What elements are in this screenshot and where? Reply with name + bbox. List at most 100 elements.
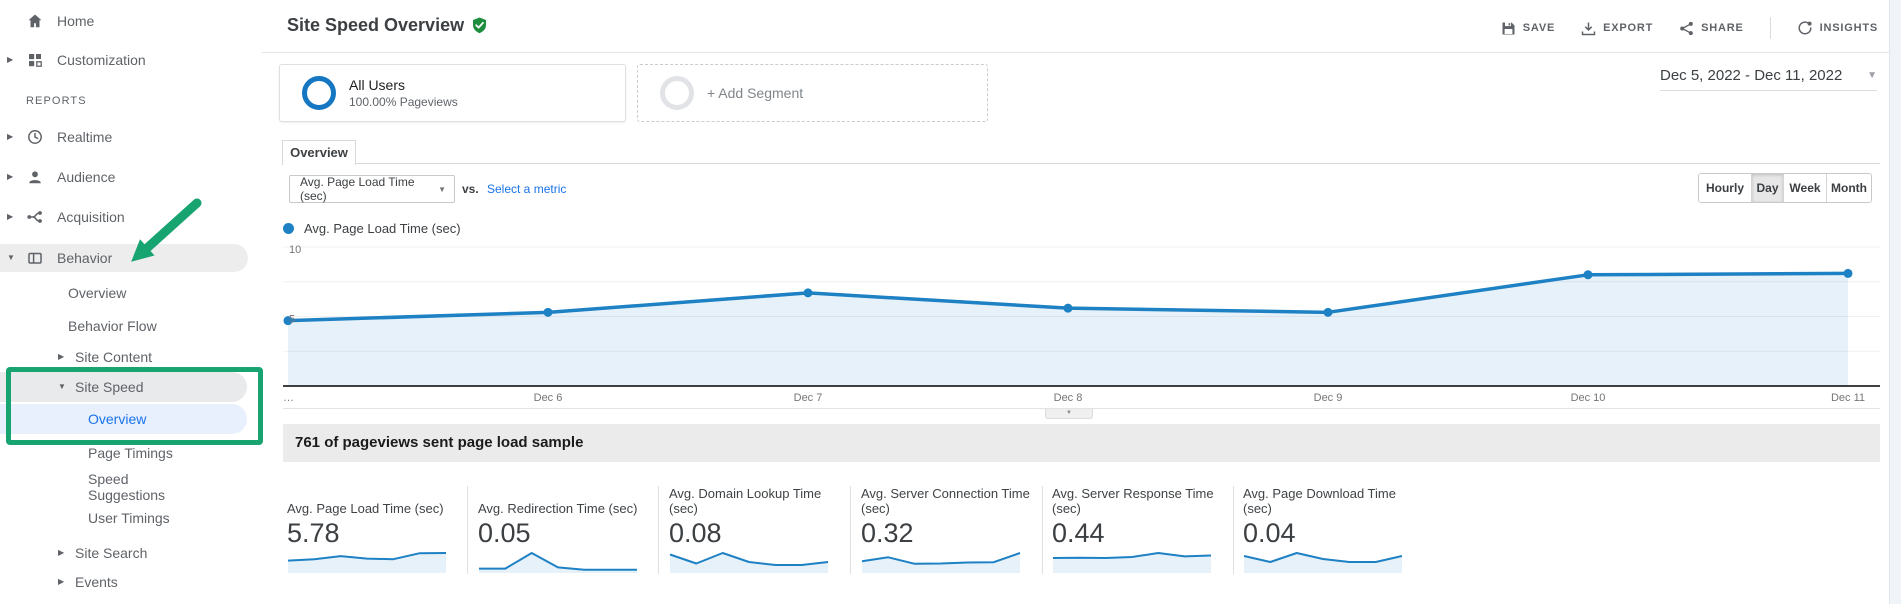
- metric-divider: [1042, 486, 1043, 574]
- metric-value: 0.44: [1052, 518, 1105, 548]
- sidebar-item-label: Page Timings: [88, 445, 173, 461]
- add-segment-button[interactable]: + Add Segment: [637, 64, 988, 122]
- metric-card-page-load: Avg. Page Load Time (sec) 5.78: [287, 486, 455, 574]
- metric-card-domain-lookup: Avg. Domain Lookup Time (sec) 0.08: [669, 486, 837, 574]
- segment-circle-icon: [660, 76, 694, 110]
- chevron-right-icon: ▶: [58, 577, 65, 586]
- sidebar-item-realtime[interactable]: ▶ Realtime: [0, 127, 248, 147]
- share-icon: [1679, 21, 1694, 36]
- sidebar-item-acquisition[interactable]: ▶ Acquisition: [0, 207, 248, 227]
- sidebar-item-label: User Timings: [88, 510, 170, 526]
- chevron-right-icon: ▶: [58, 352, 65, 361]
- chevron-down-icon: ▼: [7, 253, 15, 262]
- insights-button-label: INSIGHTS: [1819, 22, 1878, 34]
- sidebar-item-home[interactable]: Home: [0, 11, 248, 31]
- chevron-right-icon: ▶: [7, 132, 14, 141]
- sidebar-item-label: Events: [75, 574, 118, 590]
- select-a-metric-link[interactable]: Select a metric: [487, 182, 566, 196]
- vertical-scrollbar[interactable]: [1889, 0, 1901, 604]
- reports-section-label: REPORTS: [26, 95, 87, 107]
- segment-card-all-users[interactable]: All Users 100.00% Pageviews: [279, 64, 626, 122]
- share-button-label: SHARE: [1701, 22, 1744, 34]
- svg-text:Dec 11: Dec 11: [1831, 392, 1865, 404]
- metric-label: Avg. Server Connection Time (sec): [861, 486, 1030, 516]
- sidebar-item-label: Site Search: [75, 545, 148, 561]
- metric-value: 0.04: [1243, 518, 1296, 548]
- sidebar-item-label: Overview: [88, 411, 147, 427]
- svg-text:Dec 10: Dec 10: [1571, 392, 1606, 404]
- save-button[interactable]: SAVE: [1501, 21, 1555, 36]
- verified-shield-icon: [472, 17, 487, 34]
- acquisition-network-icon: [26, 208, 44, 226]
- sidebar-item-label: Site Content: [75, 349, 153, 365]
- svg-text:Dec 6: Dec 6: [534, 392, 563, 404]
- svg-text:10: 10: [289, 244, 301, 256]
- metric-value: 0.05: [478, 518, 531, 548]
- metric-sparkline: [669, 552, 829, 573]
- person-icon: [26, 168, 44, 186]
- sidebar-item-events[interactable]: ▶ Events: [0, 572, 248, 592]
- customization-icon: [26, 51, 44, 69]
- sidebar-item-site-content[interactable]: ▶ Site Content: [0, 347, 248, 367]
- sidebar-item-audience[interactable]: ▶ Audience: [0, 167, 248, 187]
- tab-overview[interactable]: Overview: [282, 140, 356, 165]
- granularity-week-button[interactable]: Week: [1784, 174, 1827, 202]
- metric-divider: [658, 486, 659, 574]
- svg-text:5: 5: [289, 314, 295, 326]
- chevron-down-icon: ▼: [58, 382, 66, 391]
- metric-label: Avg. Server Response Time (sec): [1052, 486, 1214, 516]
- metric-sparkline: [479, 552, 637, 573]
- add-segment-label: + Add Segment: [707, 85, 804, 101]
- metric-value: 0.32: [861, 518, 914, 548]
- metric-value: 5.78: [287, 518, 340, 548]
- svg-text:…: …: [283, 392, 294, 404]
- chevron-down-icon: ▼: [1867, 69, 1877, 81]
- header-actions: SAVE EXPORT SHARE INSIGHTS: [1501, 17, 1878, 39]
- sidebar-item-user-timings[interactable]: User Timings: [0, 508, 248, 528]
- metric-value: 0.08: [669, 518, 722, 548]
- sidebar-item-behavior-flow[interactable]: Behavior Flow: [0, 316, 248, 336]
- main-chart: 5 10 … Dec 6 Dec 7 Dec 8 Dec 9 Dec 10 Dec 11: [283, 244, 1880, 404]
- legend-label: Avg. Page Load Time (sec): [304, 221, 461, 236]
- home-icon: [26, 12, 44, 30]
- svg-text:Dec 7: Dec 7: [794, 392, 823, 404]
- svg-text:Dec 8: Dec 8: [1054, 392, 1083, 404]
- sample-bar: 761 of pageviews sent page load sample: [283, 424, 1880, 462]
- metric-label: Avg. Page Load Time (sec): [287, 501, 444, 516]
- segment-circle-icon: [302, 76, 336, 110]
- granularity-month-button[interactable]: Month: [1827, 174, 1871, 202]
- sidebar-item-site-speed[interactable]: ▼ Site Speed: [0, 372, 247, 402]
- download-icon: [1581, 21, 1596, 36]
- sidebar-item-speed-suggestions[interactable]: Speed Suggestions: [0, 471, 248, 503]
- export-button[interactable]: EXPORT: [1581, 21, 1653, 36]
- metric-card-server-connection: Avg. Server Connection Time (sec) 0.32: [861, 486, 1030, 574]
- chevron-down-icon: ▼: [438, 184, 446, 194]
- metric-divider: [467, 486, 468, 574]
- sidebar-item-behavior-overview[interactable]: Overview: [0, 283, 248, 303]
- share-button[interactable]: SHARE: [1679, 21, 1744, 36]
- metric-card-server-response: Avg. Server Response Time (sec) 0.44: [1052, 486, 1220, 574]
- metric-card-redirection: Avg. Redirection Time (sec) 0.05: [478, 486, 646, 574]
- granularity-day-button[interactable]: Day: [1752, 174, 1784, 202]
- sidebar-item-label: Audience: [57, 169, 116, 185]
- sidebar-item-label: Speed Suggestions: [88, 471, 166, 503]
- sidebar-item-behavior[interactable]: ▼ Behavior: [0, 244, 248, 272]
- export-button-label: EXPORT: [1603, 22, 1654, 34]
- metric-selector-dropdown[interactable]: Avg. Page Load Time (sec) ▼: [289, 175, 455, 203]
- sidebar-item-site-search[interactable]: ▶ Site Search: [0, 543, 248, 563]
- metric-divider: [1233, 486, 1234, 574]
- metric-card-page-download: Avg. Page Download Time (sec) 0.04: [1243, 486, 1411, 574]
- date-range-selector[interactable]: Dec 5, 2022 - Dec 11, 2022 ▼: [1660, 60, 1877, 91]
- sidebar-item-label: Overview: [68, 285, 127, 301]
- chevron-right-icon: ▶: [7, 212, 14, 221]
- sidebar-item-customization[interactable]: ▶ Customization: [0, 50, 248, 70]
- sidebar-item-page-timings[interactable]: Page Timings: [0, 443, 248, 463]
- metric-sparkline: [861, 552, 1021, 573]
- sidebar-item-site-speed-overview[interactable]: Overview: [0, 404, 247, 434]
- header-divider: [1769, 17, 1771, 39]
- chevron-right-icon: ▶: [58, 548, 65, 557]
- insights-button[interactable]: INSIGHTS: [1797, 20, 1878, 36]
- metric-sparkline: [287, 552, 447, 573]
- granularity-hourly-button[interactable]: Hourly: [1699, 174, 1752, 202]
- annotations-pull-tab[interactable]: ▼: [1045, 409, 1093, 419]
